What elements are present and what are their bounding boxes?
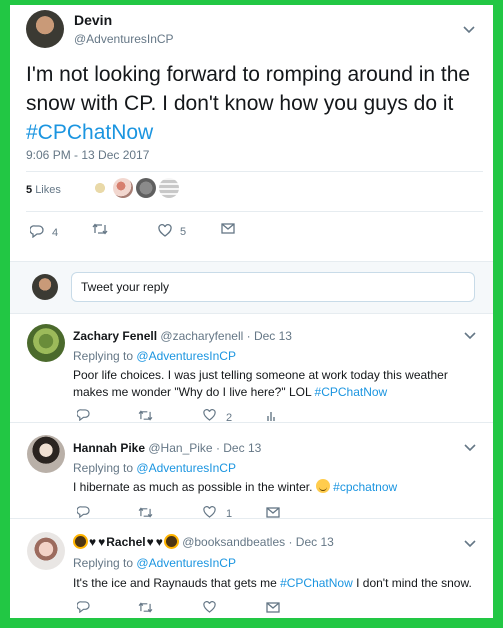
reply-tweet[interactable]: ♥ ♥Rachel♥ ♥ @booksandbeatles · Dec 13 Rep… xyxy=(10,519,493,618)
retweet-icon[interactable] xyxy=(138,602,153,613)
black-heart-emoji: ♥ xyxy=(155,535,163,549)
reply-icon[interactable] xyxy=(30,224,44,238)
direct-message-icon[interactable] xyxy=(266,602,280,613)
author-avatar[interactable] xyxy=(26,10,64,48)
reply-icon[interactable] xyxy=(77,601,90,613)
liker-avatar[interactable] xyxy=(90,178,110,198)
reply-author-handle[interactable]: @zacharyfenell xyxy=(160,329,243,343)
reply-icon[interactable] xyxy=(77,506,90,518)
reply-date[interactable]: · Dec 13 xyxy=(247,329,292,343)
hashtag-link[interactable]: #cpchatnow xyxy=(333,480,397,494)
reply-author-handle[interactable]: @Han_Pike xyxy=(148,441,212,455)
tweet-text: I'm not looking forward to romping aroun… xyxy=(26,63,471,144)
user-avatar xyxy=(32,274,58,300)
reply-text: Poor life choices. I was just telling so… xyxy=(73,368,448,399)
liker-avatar[interactable] xyxy=(136,178,156,198)
chevron-down-icon[interactable] xyxy=(463,331,477,341)
like-icon[interactable] xyxy=(203,506,216,518)
hashtag-link[interactable]: #CPChatNow xyxy=(26,121,153,144)
black-heart-emoji: ♥ xyxy=(98,535,106,549)
like-icon[interactable] xyxy=(158,223,172,237)
reply-icon[interactable] xyxy=(77,409,90,421)
author-handle[interactable]: @AdventuresInCP xyxy=(74,32,174,46)
main-tweet: Devin @AdventuresInCP I'm not looking fo… xyxy=(10,5,493,261)
reply-author-handle[interactable]: @booksandbeatles xyxy=(182,535,285,549)
retweet-action[interactable] xyxy=(92,223,108,235)
replying-to-link[interactable]: @AdventuresInCP xyxy=(136,556,236,570)
liker-avatars xyxy=(90,178,179,198)
reply-input[interactable]: Tweet your reply xyxy=(71,272,475,302)
analytics-icon[interactable] xyxy=(266,410,276,422)
reply-date[interactable]: · Dec 13 xyxy=(288,535,333,549)
relieved-face-emoji xyxy=(315,479,330,493)
black-heart-emoji: ♥ xyxy=(146,535,154,549)
chevron-down-icon[interactable] xyxy=(463,443,477,453)
reply-text: I hibernate as much as possible in the w… xyxy=(73,479,398,494)
message-action[interactable] xyxy=(221,223,235,234)
reply-avatar[interactable] xyxy=(27,435,65,473)
divider xyxy=(26,171,483,172)
reply-author-name[interactable]: Zachary Fenell xyxy=(73,329,157,343)
tweet-page: Devin @AdventuresInCP I'm not looking fo… xyxy=(10,5,493,618)
reply-author-name[interactable]: Hannah Pike xyxy=(73,441,145,455)
chevron-down-icon[interactable] xyxy=(462,25,476,35)
direct-message-icon[interactable] xyxy=(221,223,235,234)
like-icon[interactable] xyxy=(203,601,216,613)
author-name[interactable]: Devin xyxy=(74,12,112,28)
reply-avatar[interactable] xyxy=(27,532,65,570)
replying-to-link[interactable]: @AdventuresInCP xyxy=(136,349,236,363)
reply-tweet[interactable]: Hannah Pike @Han_Pike · Dec 13 Replying … xyxy=(10,423,493,520)
hashtag-link[interactable]: #CPChatNow xyxy=(315,385,388,399)
reply-composer: Tweet your reply xyxy=(10,261,493,314)
like-action[interactable]: 5 xyxy=(158,222,186,238)
tweet-timestamp[interactable]: 9:06 PM - 13 Dec 2017 xyxy=(26,148,149,162)
reply-text: It's the ice and Raynauds that gets me #… xyxy=(73,576,472,590)
reply-action[interactable]: 4 xyxy=(30,223,58,239)
black-heart-emoji: ♥ xyxy=(89,535,97,549)
like-icon[interactable] xyxy=(203,409,216,421)
liker-avatar[interactable] xyxy=(113,178,133,198)
likes-summary[interactable]: 5 Likes xyxy=(26,184,61,196)
direct-message-icon[interactable] xyxy=(266,507,280,518)
sunflower-emoji xyxy=(165,536,177,547)
replying-to-link[interactable]: @AdventuresInCP xyxy=(136,461,236,475)
retweet-icon[interactable] xyxy=(92,223,108,235)
retweet-icon[interactable] xyxy=(138,507,153,518)
retweet-icon[interactable] xyxy=(138,410,153,421)
reply-author-name[interactable]: Rachel xyxy=(106,535,145,549)
reply-avatar[interactable] xyxy=(27,324,65,362)
liker-avatar[interactable] xyxy=(159,178,179,198)
reply-tweet[interactable]: Zachary Fenell @zacharyfenell · Dec 13 R… xyxy=(10,314,493,424)
reply-date[interactable]: · Dec 13 xyxy=(216,441,261,455)
chevron-down-icon[interactable] xyxy=(463,539,477,549)
divider xyxy=(26,211,483,212)
hashtag-link[interactable]: #CPChatNow xyxy=(280,576,353,590)
sunflower-emoji xyxy=(75,536,86,547)
